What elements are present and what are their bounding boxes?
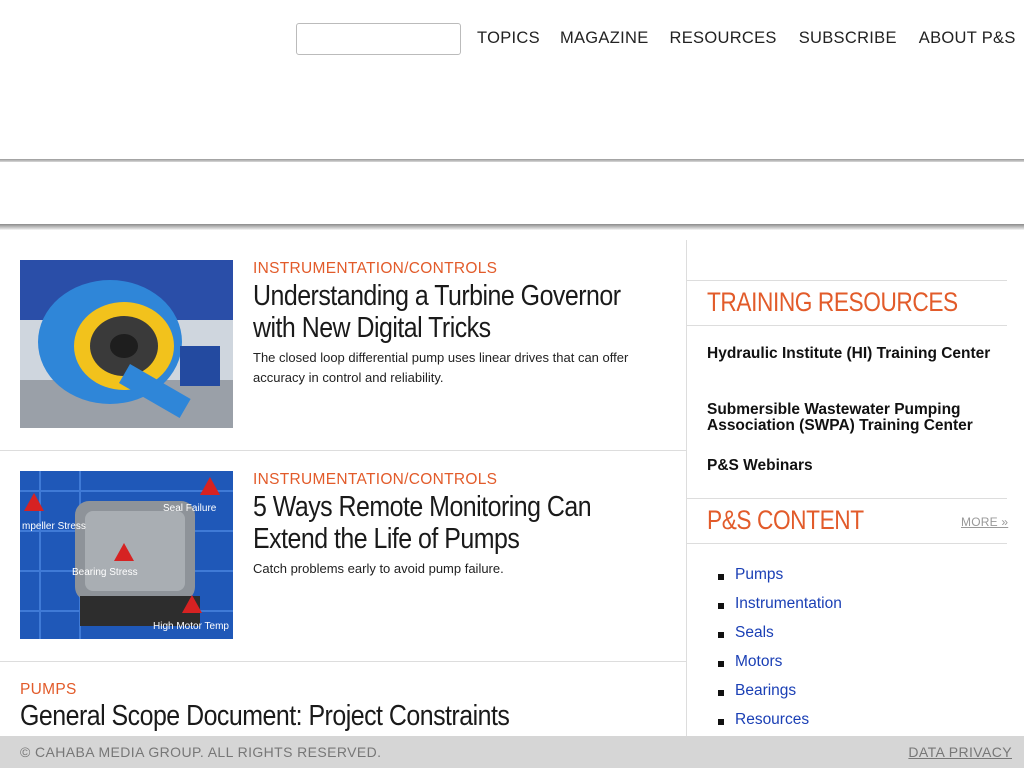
training-link[interactable]: P&S Webinars — [707, 458, 1002, 474]
content-list: Pumps Instrumentation Seals Motors Beari… — [718, 566, 842, 740]
band-divider — [0, 224, 1024, 230]
bullet-icon — [718, 632, 724, 638]
nav-magazine[interactable]: MAGAZINE — [560, 29, 649, 48]
article-divider — [0, 450, 686, 451]
sidebar-rule — [687, 325, 1007, 326]
pump-image — [20, 260, 233, 428]
more-link[interactable]: MORE » — [961, 515, 1008, 529]
image-label: High Motor Temp — [153, 621, 229, 632]
list-item[interactable]: Motors — [718, 653, 842, 682]
content-link[interactable]: Resources — [735, 711, 809, 728]
article-title-line[interactable]: Understanding a Turbine Governor — [253, 280, 649, 312]
training-link[interactable]: Hydraulic Institute (HI) Training Center — [707, 346, 1002, 362]
nav-subscribe[interactable]: SUBSCRIBE — [799, 29, 897, 48]
image-label: Seal Failure — [163, 503, 217, 514]
nav-about[interactable]: ABOUT P&S — [919, 29, 1016, 48]
bullet-icon — [718, 574, 724, 580]
site-header: TOPICS MAGAZINE RESOURCES SUBSCRIBE ABOU… — [0, 0, 1024, 160]
motor-image: mpeller Stress Seal Failure Bearing Stre… — [20, 471, 233, 639]
search-input[interactable] — [296, 23, 461, 55]
bullet-icon — [718, 661, 724, 667]
article-title-line[interactable]: with New Digital Tricks — [253, 312, 649, 344]
article-category[interactable]: INSTRUMENTATION/CONTROLS — [253, 471, 497, 489]
article-category[interactable]: INSTRUMENTATION/CONTROLS — [253, 260, 497, 278]
image-label: Bearing Stress — [72, 567, 138, 578]
bullet-icon — [718, 603, 724, 609]
ad-band — [0, 162, 1024, 224]
content-link[interactable]: Instrumentation — [735, 595, 842, 612]
content-link[interactable]: Motors — [735, 653, 782, 670]
image-label: mpeller Stress — [22, 521, 86, 532]
article-title-line[interactable]: Extend the Life of Pumps — [253, 523, 649, 555]
list-item[interactable]: Bearings — [718, 682, 842, 711]
article-title-line[interactable]: 5 Ways Remote Monitoring Can — [253, 491, 649, 523]
sidebar-rule — [687, 498, 1007, 499]
bullet-icon — [718, 719, 724, 725]
article-category[interactable]: PUMPS — [20, 681, 77, 699]
sidebar-rule — [687, 543, 1007, 544]
nav-topics[interactable]: TOPICS — [477, 29, 540, 48]
article-thumbnail[interactable] — [20, 260, 233, 428]
privacy-link[interactable]: DATA PRIVACY — [908, 744, 1012, 760]
article-description: The closed loop differential pump uses l… — [253, 350, 629, 385]
list-item[interactable]: Seals — [718, 624, 842, 653]
article-thumbnail[interactable]: mpeller Stress Seal Failure Bearing Stre… — [20, 471, 233, 639]
sidebar-rule — [687, 280, 1007, 281]
article-title[interactable]: 5 Ways Remote Monitoring Can Extend the … — [253, 491, 649, 555]
sidebar-divider — [686, 240, 687, 740]
training-link[interactable]: Submersible Wastewater Pumping Associati… — [707, 402, 1002, 434]
training-heading: TRAINING RESOURCES — [707, 287, 958, 317]
content-link[interactable]: Pumps — [735, 566, 783, 583]
site-footer: © CAHABA MEDIA GROUP. ALL RIGHTS RESERVE… — [0, 736, 1024, 768]
copyright-text: © CAHABA MEDIA GROUP. ALL RIGHTS RESERVE… — [20, 744, 382, 760]
nav-resources[interactable]: RESOURCES — [670, 29, 777, 48]
article-title[interactable]: Understanding a Turbine Governor with Ne… — [253, 280, 649, 344]
article-title[interactable]: General Scope Document: Project Constrai… — [20, 700, 510, 732]
content-link[interactable]: Seals — [735, 624, 774, 641]
list-item[interactable]: Instrumentation — [718, 595, 842, 624]
list-item[interactable]: Pumps — [718, 566, 842, 595]
main-nav: TOPICS MAGAZINE RESOURCES SUBSCRIBE ABOU… — [477, 29, 1016, 48]
content-link[interactable]: Bearings — [735, 682, 796, 699]
content-heading: P&S CONTENT — [707, 505, 864, 535]
article-divider — [0, 661, 686, 662]
article-description: Catch problems early to avoid pump failu… — [253, 561, 504, 576]
bullet-icon — [718, 690, 724, 696]
